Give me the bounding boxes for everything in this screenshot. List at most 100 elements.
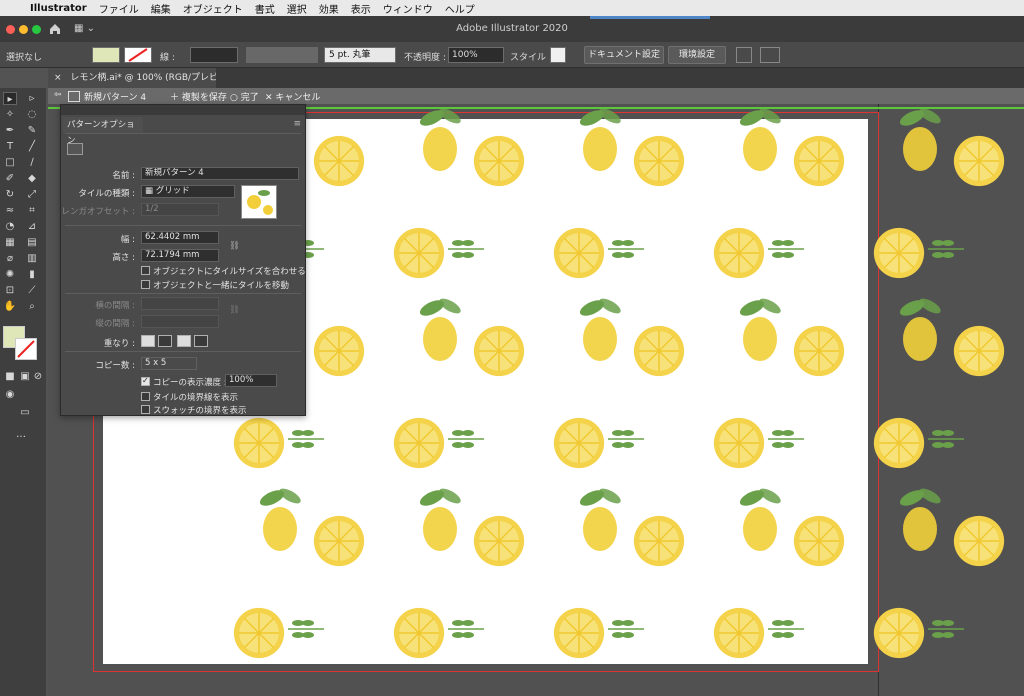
scale-tool-icon[interactable]: ⤢: [25, 188, 39, 201]
screen-mode-icon[interactable]: ▭: [18, 406, 32, 419]
fit-tile-checkbox[interactable]: [141, 266, 150, 275]
paintbrush-tool-icon[interactable]: ∕: [25, 156, 39, 169]
leaf-sprig-motif: [926, 614, 986, 674]
color-mode-icon[interactable]: ■: [3, 370, 17, 383]
align-icon[interactable]: [736, 47, 752, 63]
brush-definition-label: 5 pt. 丸筆: [329, 50, 371, 60]
slice-tool-icon[interactable]: ⟋: [25, 284, 39, 297]
menu-edit[interactable]: 編集: [151, 1, 171, 16]
selection-tool-icon[interactable]: ▸: [3, 92, 17, 105]
menu-file[interactable]: ファイル: [99, 1, 139, 16]
mesh-tool-icon[interactable]: ▦: [3, 236, 17, 249]
save-copy-button[interactable]: ＋ 複製を保存: [170, 90, 227, 103]
h-spacing-input[interactable]: [141, 297, 219, 310]
graphic-style-swatch[interactable]: [550, 47, 566, 63]
eyedropper-tool-icon[interactable]: ⌀: [3, 252, 17, 265]
lemon-slice-motif: [470, 322, 530, 382]
line-tool-icon[interactable]: ╱: [25, 140, 39, 153]
cancel-button[interactable]: ✕ キャンセル: [265, 90, 320, 103]
close-tab-icon[interactable]: ×: [54, 73, 62, 83]
menu-type[interactable]: 書式: [255, 1, 275, 16]
pen-tool-icon[interactable]: ✒: [3, 124, 17, 137]
shaper-tool-icon[interactable]: ✐: [3, 172, 17, 185]
lemon-whole-motif: [570, 294, 630, 361]
done-button[interactable]: ○ 完了: [230, 90, 259, 103]
dim-copies-select[interactable]: 100%: [225, 374, 277, 387]
document-tab[interactable]: × レモン柄.ai* @ 100% (RGB/プレビュー): [48, 68, 216, 88]
move-tile-label: オブジェクトと一緒にタイルを移動: [153, 281, 290, 291]
warp-tool-icon[interactable]: ≈: [3, 204, 17, 217]
brush-definition-select[interactable]: 5 pt. 丸筆: [324, 47, 396, 63]
dim-copies-checkbox[interactable]: [141, 376, 150, 386]
width-input[interactable]: 62.4402 mm: [141, 231, 219, 244]
type-tool-icon[interactable]: T: [3, 140, 17, 153]
curvature-tool-icon[interactable]: ✎: [25, 124, 39, 137]
hand-tool-icon[interactable]: ✋: [3, 300, 17, 313]
app-menu[interactable]: Illustrator: [30, 3, 87, 14]
menu-view[interactable]: 表示: [351, 1, 371, 16]
overlap-bottom-icon[interactable]: [194, 335, 208, 347]
eraser-tool-icon[interactable]: ◆: [25, 172, 39, 185]
more-tools-icon[interactable]: …: [14, 428, 28, 441]
draw-mode-icon[interactable]: ◉: [3, 388, 17, 401]
h-spacing-label: 横の間隔 :: [95, 301, 135, 311]
artboard-tool-icon[interactable]: ⊡: [3, 284, 17, 297]
tile-type-select[interactable]: ▦ グリッド: [141, 185, 235, 198]
rotate-tool-icon[interactable]: ↻: [3, 188, 17, 201]
stroke-swatch[interactable]: [124, 47, 152, 63]
gradient-mode-icon[interactable]: ▣: [18, 370, 32, 383]
panel-tab-pattern-options[interactable]: パターンオプション: [63, 117, 143, 146]
overlap-top-icon[interactable]: [177, 335, 191, 347]
stroke-weight-field[interactable]: [190, 47, 238, 63]
panel-header[interactable]: [61, 105, 305, 115]
name-input[interactable]: 新規パターン 4: [141, 167, 299, 180]
brick-offset-select[interactable]: 1/2: [141, 203, 219, 216]
transform-icon[interactable]: [760, 47, 780, 63]
stroke-swatch-large[interactable]: [15, 338, 37, 360]
link-spacing-icon[interactable]: ⛓: [229, 305, 240, 315]
lemon-slice-motif: [310, 132, 370, 192]
panel-menu-icon[interactable]: ≡: [293, 119, 301, 129]
overlap-right-icon[interactable]: [158, 335, 172, 347]
tile-tool-icon[interactable]: [67, 143, 83, 155]
menu-help[interactable]: ヘルプ: [445, 1, 475, 16]
free-transform-tool-icon[interactable]: ⌗: [25, 204, 39, 217]
lasso-tool-icon[interactable]: ◌: [25, 108, 39, 121]
magic-wand-tool-icon[interactable]: ✧: [3, 108, 17, 121]
perspective-grid-tool-icon[interactable]: ⊿: [25, 220, 39, 233]
fill-swatch[interactable]: [92, 47, 120, 63]
lemon-whole-motif: [890, 484, 950, 551]
back-arrow-icon[interactable]: ⇦: [54, 90, 62, 100]
preferences-button[interactable]: 環境設定: [668, 46, 726, 64]
pattern-options-panel: パターンオプション ≡ 名前 : 新規パターン 4 タイルの種類 : ▦ グリッ…: [60, 104, 306, 416]
link-dimensions-icon[interactable]: ⛓: [229, 241, 240, 251]
rectangle-tool-icon[interactable]: □: [3, 156, 17, 169]
variable-width-profile[interactable]: [246, 47, 318, 63]
menu-window[interactable]: ウィンドウ: [383, 1, 433, 16]
symbol-sprayer-tool-icon[interactable]: ✺: [3, 268, 17, 281]
mac-menubar: Illustrator ファイル 編集 オブジェクト 書式 選択 効果 表示 ウ…: [0, 0, 1024, 16]
opacity-field[interactable]: 100%: [448, 47, 504, 63]
blend-tool-icon[interactable]: ▥: [25, 252, 39, 265]
menu-object[interactable]: オブジェクト: [183, 1, 243, 16]
shape-builder-tool-icon[interactable]: ◔: [3, 220, 17, 233]
overlap-left-icon[interactable]: [141, 335, 155, 347]
fill-stroke-widget[interactable]: [3, 326, 39, 362]
document-settings-button[interactable]: ドキュメント設定: [584, 46, 664, 64]
column-graph-tool-icon[interactable]: ▮: [25, 268, 39, 281]
gradient-tool-icon[interactable]: ▤: [25, 236, 39, 249]
direct-selection-tool-icon[interactable]: ▹: [25, 92, 39, 105]
copies-select[interactable]: 5 x 5: [141, 357, 197, 370]
v-spacing-input[interactable]: [141, 315, 219, 328]
zoom-tool-icon[interactable]: ⌕: [25, 300, 39, 313]
menu-effect[interactable]: 効果: [319, 1, 339, 16]
move-tile-checkbox[interactable]: [141, 280, 150, 289]
tile-preview-thumbnail: [241, 185, 277, 219]
show-tile-edge-checkbox[interactable]: [141, 392, 150, 401]
none-mode-icon[interactable]: ⊘: [31, 370, 45, 383]
menu-select[interactable]: 選択: [287, 1, 307, 16]
lemon-slice-motif: [870, 414, 930, 474]
height-input[interactable]: 72.1794 mm: [141, 249, 219, 262]
lemon-slice-motif: [790, 512, 850, 572]
show-swatch-bounds-checkbox[interactable]: [141, 405, 150, 414]
